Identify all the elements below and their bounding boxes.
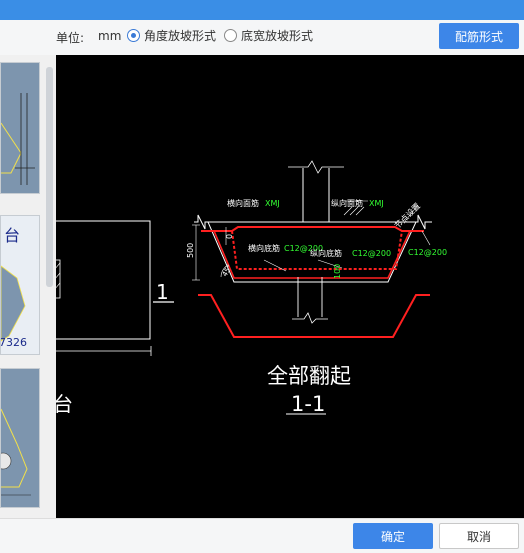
thumbnail-item[interactable] xyxy=(0,62,40,194)
label-bottom-rebar-v: 纵向底筋 xyxy=(310,248,342,258)
unit-value: mm xyxy=(98,29,122,43)
section-mark-label: 1 xyxy=(156,280,169,304)
unit-label: 单位: xyxy=(56,31,85,45)
window-title-bar xyxy=(0,0,524,20)
base-column xyxy=(292,277,328,324)
radio-width-slope-label: 底宽放坡形式 xyxy=(241,29,314,43)
drawing-canvas: 1 台 横向面筋 XMJ 纵向面筋 XMJ 横向底筋 C12@200 纵向底筋 … xyxy=(56,55,524,518)
thumbnail-list: 台 7326 xyxy=(0,55,56,518)
column-outline xyxy=(288,160,344,222)
thumbnail-fragment-number: 7326 xyxy=(0,336,27,349)
thumbnail-fragment-text: 台 xyxy=(4,226,21,245)
label-right-rebar-spec: C12@200 xyxy=(408,248,447,257)
plan-fragment xyxy=(56,220,152,356)
label-top-rebar-v-code: XMJ xyxy=(369,199,384,208)
radio-selected-icon xyxy=(127,29,140,42)
thumbnail-drawing xyxy=(1,93,35,185)
dimension-100: 100 xyxy=(333,264,342,279)
drawing-caption: 全部翻起 xyxy=(267,364,351,388)
label-top-rebar-h-code: XMJ xyxy=(265,199,280,208)
cancel-button[interactable]: 取消 xyxy=(439,523,519,549)
radio-unselected-icon xyxy=(224,29,237,42)
label-top-rebar-v: 纵向面筋 xyxy=(331,198,363,208)
ok-button[interactable]: 确定 xyxy=(353,523,433,549)
toolbar: 单位: mm 角度放坡形式 底宽放坡形式 配筋形式 xyxy=(0,20,524,55)
radio-angle-slope[interactable]: 角度放坡形式 xyxy=(127,27,216,44)
thumbnail-scrollbar[interactable] xyxy=(46,67,53,287)
dimension-500: 500 xyxy=(186,243,195,258)
rebar-form-button[interactable]: 配筋形式 xyxy=(439,23,519,49)
dimension-0: 0 xyxy=(225,234,234,239)
foundation-section-drawing: 1 台 横向面筋 XMJ 纵向面筋 XMJ 横向底筋 C12@200 纵向底筋 … xyxy=(56,160,447,416)
thumbnail-item-selected[interactable]: 台 7326 xyxy=(0,215,40,355)
thumbnail-item[interactable] xyxy=(0,368,40,508)
plan-fragment-text: 台 xyxy=(56,392,73,416)
radio-angle-slope-label: 角度放坡形式 xyxy=(144,29,217,43)
dialog-footer: 确定 取消 xyxy=(0,518,524,553)
thumbnail-drawing xyxy=(1,408,31,496)
radio-width-slope[interactable]: 底宽放坡形式 xyxy=(224,27,313,44)
label-bottom-rebar-v-spec: C12@200 xyxy=(352,249,391,258)
section-title: 1-1 xyxy=(291,392,325,416)
label-bottom-rebar-h: 横向底筋 xyxy=(248,243,280,253)
angle-45: 45° xyxy=(221,263,234,278)
label-top-rebar-h: 横向面筋 xyxy=(227,198,259,208)
